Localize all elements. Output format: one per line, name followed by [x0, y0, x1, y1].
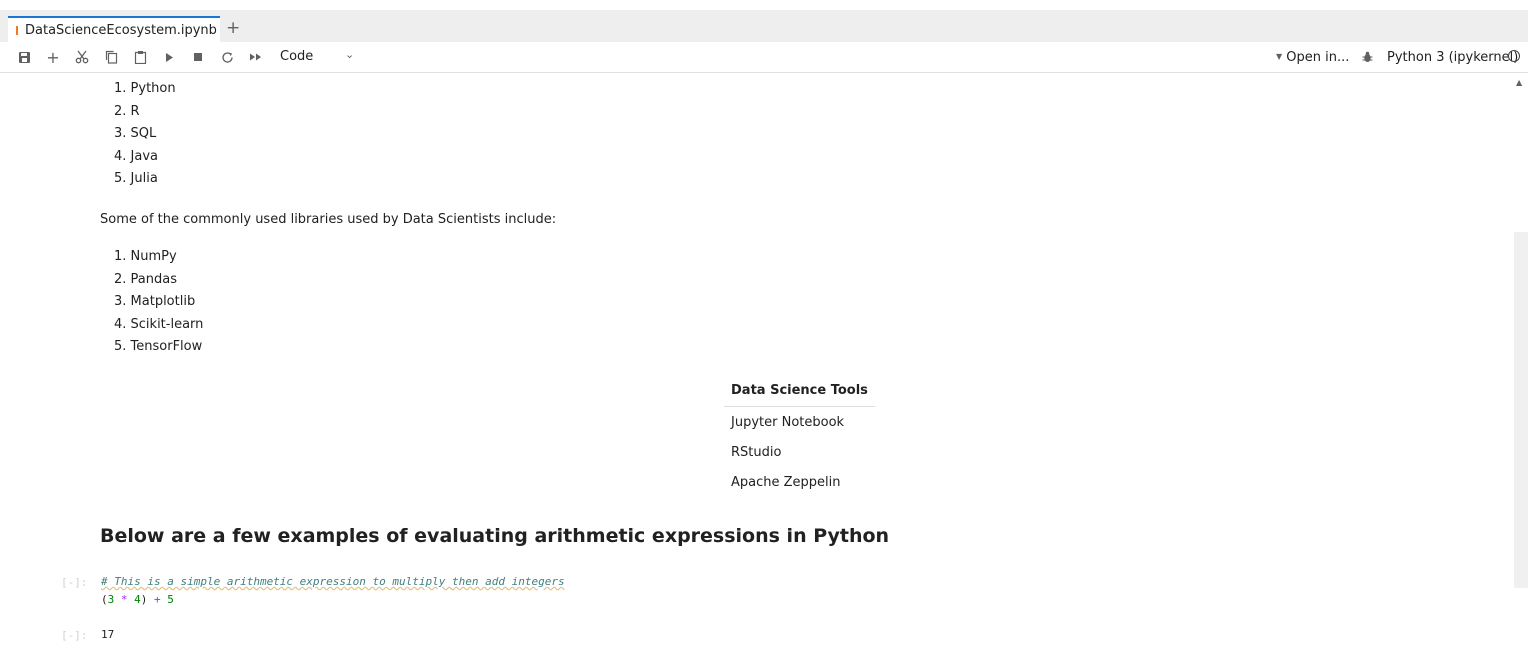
code-expression-line[interactable]: (3 * 4) + 5: [101, 593, 174, 606]
restart-icon[interactable]: [220, 48, 234, 66]
run-all-icon[interactable]: [249, 48, 263, 66]
caret-down-icon: ▼: [1276, 52, 1283, 61]
section-heading: Below are a few examples of evaluating a…: [100, 525, 890, 547]
list-item: 1. NumPy: [114, 249, 177, 264]
table-cell: Apache Zeppelin: [731, 474, 841, 490]
list-item: 4. Scikit-learn: [114, 316, 204, 332]
code-token: (: [101, 593, 108, 606]
table-header: Data Science Tools: [724, 375, 875, 407]
table-cell: Jupyter Notebook: [731, 414, 845, 430]
new-tab-button[interactable]: +: [226, 18, 240, 38]
copy-icon[interactable]: [104, 48, 118, 66]
list-item: 5. TensorFlow: [114, 339, 203, 354]
list-item: 5. Julia: [114, 171, 158, 186]
scrollbar-thumb[interactable]: [1514, 232, 1528, 588]
tab-notebook[interactable]: DataScienceEcosystem.ipynb: [8, 16, 220, 42]
chevron-down-icon[interactable]: ⌄: [345, 48, 354, 61]
libraries-intro: Some of the commonly used libraries used…: [100, 212, 557, 227]
list-item: 1. Python: [114, 81, 176, 96]
tab-title: DataScienceEcosystem.ipynb: [25, 22, 217, 38]
code-token: 4: [134, 593, 141, 606]
tab-bar: DataScienceEcosystem.ipynb +: [0, 10, 1528, 42]
code-token: *: [120, 593, 128, 606]
code-token: +: [154, 593, 161, 606]
code-token: 5: [167, 593, 174, 606]
kernel-name[interactable]: Python 3 (ipykernel): [1387, 50, 1518, 65]
save-icon[interactable]: [17, 48, 31, 66]
open-in-button[interactable]: ▼ Open in...: [1276, 50, 1349, 65]
notebook-panel: 1. Python 2. R 3. SQL 4. Java 5. Julia S…: [0, 73, 1514, 664]
notebook-icon: [16, 25, 18, 35]
run-icon[interactable]: [163, 48, 175, 66]
table-row: RStudio: [724, 437, 875, 467]
cut-icon[interactable]: [74, 48, 90, 66]
stop-icon[interactable]: [192, 48, 204, 66]
kernel-status-icon: [1508, 50, 1520, 62]
table-row: Apache Zeppelin: [724, 467, 875, 497]
list-item: 2. R: [114, 103, 140, 119]
table-row: Jupyter Notebook: [724, 407, 875, 438]
scroll-up-arrow-icon[interactable]: ▲: [1516, 78, 1522, 87]
paste-icon[interactable]: [133, 48, 147, 66]
cell-type-select[interactable]: Code: [280, 49, 313, 64]
code-token: 3: [107, 593, 115, 606]
cell-output: 17: [101, 628, 115, 641]
list-item: 2. Pandas: [114, 271, 177, 287]
code-token: ): [140, 593, 148, 606]
open-in-label: Open in...: [1286, 50, 1350, 65]
bug-icon[interactable]: [1360, 48, 1374, 66]
languages-list: 1. Python 2. R 3. SQL 4. Java 5. Julia: [114, 78, 176, 191]
input-prompt: [-]:: [61, 576, 88, 589]
list-item: 3. Matplotlib: [114, 294, 196, 309]
list-item: 4. Java: [114, 148, 158, 164]
code-comment-line[interactable]: # This is a simple arithmetic expression…: [101, 575, 565, 588]
table-cell: RStudio: [731, 444, 782, 460]
window-top: [0, 0, 1528, 10]
list-item: 3. SQL: [114, 126, 157, 141]
tools-table: Data Science Tools Jupyter Notebook RStu…: [724, 375, 875, 497]
code-comment: # This is a simple arithmetic expression…: [101, 575, 565, 588]
output-prompt: [-]:: [61, 629, 88, 642]
add-icon[interactable]: +: [46, 48, 60, 67]
libraries-list: 1. NumPy 2. Pandas 3. Matplotlib 4. Scik…: [114, 246, 203, 359]
notebook-toolbar: + Code ⌄ ▼ Open in... Python 3 (ipykerne…: [0, 42, 1528, 73]
